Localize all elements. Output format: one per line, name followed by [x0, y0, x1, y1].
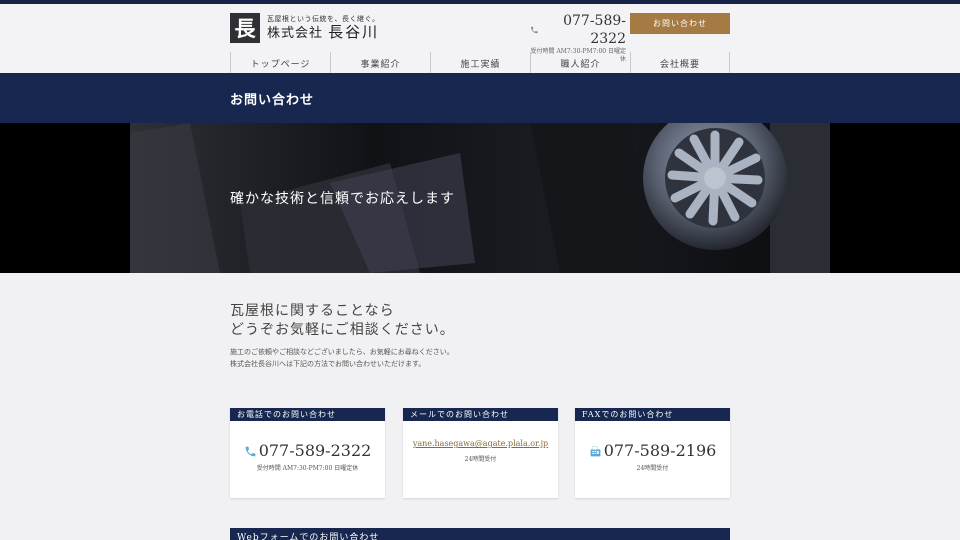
phone-card-heading: お電話でのお問い合わせ	[230, 408, 385, 421]
intro-title-line1: 瓦屋根に関することなら	[230, 303, 395, 319]
phone-icon	[531, 26, 538, 34]
phone-card-number-row[interactable]: 077-589-2322	[244, 441, 372, 461]
intro-title: 瓦屋根に関することなら どうぞお気軽にご相談ください。	[230, 302, 455, 340]
intro-body-line1: 施工のご依頼やご相談などございましたら、お気軽にお尋ねください。	[230, 348, 454, 356]
site-logo[interactable]: 長 瓦屋根という伝統を、長く継ぐ。 株式会社 長谷川	[230, 11, 380, 45]
fax-icon	[590, 446, 601, 456]
nav-item-craftsmen[interactable]: 職人紹介	[530, 52, 630, 75]
hero-banner: 確かな技術と信頼でお応えします	[0, 123, 960, 273]
logo-company-name: 株式会社 長谷川	[267, 22, 380, 42]
phone-icon	[245, 446, 256, 456]
mail-card-body: yane.hasegawa@agate.plala.or.jp 24時間受付	[403, 421, 558, 498]
phone-contact-card: お電話でのお問い合わせ 077-589-2322 受付時間 AM7:30-PM7…	[230, 408, 385, 498]
intro-body-line2: 株式会社長谷川へは下記の方法でお問い合わせいただけます。	[230, 360, 426, 368]
fax-card-number: 077-589-2196	[603, 441, 717, 460]
mail-card-address-link[interactable]: yane.hasegawa@agate.plala.or.jp	[413, 438, 548, 450]
header-phone-row[interactable]: 077-589-2322	[530, 12, 626, 48]
main-nav: トップページ 事業紹介 施工実績 職人紹介 会社概要	[230, 52, 730, 75]
nav-item-company[interactable]: 会社概要	[630, 52, 730, 75]
page-title: お問い合わせ	[230, 93, 315, 108]
mail-card-heading: メールでのお問い合わせ	[403, 408, 558, 421]
header-phone-number: 077-589-2322	[563, 13, 626, 47]
nav-item-top[interactable]: トップページ	[230, 52, 330, 75]
header-contact-button[interactable]: お問い合わせ	[630, 13, 730, 34]
intro-body: 施工のご依頼やご相談などございましたら、お気軽にお尋ねください。 株式会社長谷川…	[230, 346, 454, 370]
fax-contact-card: FAXでのお問い合わせ 077-589-2196 24時間受付	[575, 408, 730, 498]
company-prefix: 株式会社	[267, 25, 324, 41]
fax-card-heading: FAXでのお問い合わせ	[575, 408, 730, 421]
fax-card-number-row: 077-589-2196	[589, 441, 717, 461]
site-header: 長 瓦屋根という伝統を、長く継ぐ。 株式会社 長谷川 077-589-2322 …	[0, 4, 960, 75]
hero-text: 確かな技術と信頼でお応えします	[230, 191, 455, 207]
phone-card-number: 077-589-2322	[258, 441, 372, 460]
company-name: 長谷川	[328, 22, 380, 41]
page-title-band: お問い合わせ	[0, 73, 960, 123]
intro-title-line2: どうぞお気軽にご相談ください。	[230, 322, 455, 338]
nav-item-works[interactable]: 施工実績	[430, 52, 530, 75]
web-form-heading: Webフォームでのお問い合わせ	[230, 528, 730, 540]
logo-text: 瓦屋根という伝統を、長く継ぐ。 株式会社 長谷川	[267, 15, 380, 42]
fax-card-hours: 24時間受付	[636, 465, 669, 472]
phone-card-hours: 受付時間 AM7:30-PM7:00 日曜定休	[256, 465, 359, 472]
mail-card-hours: 24時間受付	[464, 456, 497, 463]
phone-card-body: 077-589-2322 受付時間 AM7:30-PM7:00 日曜定休	[230, 421, 385, 498]
fax-card-body: 077-589-2196 24時間受付	[575, 421, 730, 498]
mail-contact-card: メールでのお問い合わせ yane.hasegawa@agate.plala.or…	[403, 408, 558, 498]
nav-item-business[interactable]: 事業紹介	[330, 52, 430, 75]
logo-mark-icon: 長	[230, 13, 260, 43]
